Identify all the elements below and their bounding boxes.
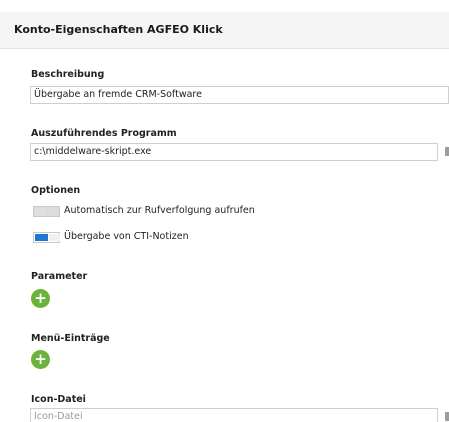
file-browse-handle[interactable] bbox=[445, 147, 449, 156]
toggle-knob bbox=[49, 234, 60, 241]
icon-datei-label: Icon-Datei bbox=[31, 394, 86, 405]
rufverfolgung-label: Automatisch zur Rufverfolgung aufrufen bbox=[64, 205, 255, 216]
icon-datei-input[interactable]: Icon-Datei bbox=[30, 408, 438, 422]
programm-input[interactable]: c:\middelware-skript.exe bbox=[30, 143, 438, 161]
add-menu-entry-button[interactable]: + bbox=[31, 350, 50, 369]
plus-icon: + bbox=[34, 289, 47, 307]
beschreibung-label: Beschreibung bbox=[31, 69, 105, 80]
parameter-label: Parameter bbox=[31, 271, 88, 282]
add-parameter-button[interactable]: + bbox=[31, 289, 50, 308]
menu-eintraege-label: Menü-Einträge bbox=[31, 333, 110, 344]
panel-title: Konto-Eigenschaften AGFEO Klick bbox=[14, 23, 223, 36]
toggle-fill bbox=[35, 234, 48, 241]
beschreibung-input[interactable]: Übergabe an fremde CRM-Software bbox=[30, 86, 449, 104]
rufverfolgung-toggle[interactable] bbox=[33, 206, 60, 217]
cti-notizen-toggle[interactable] bbox=[33, 232, 60, 243]
cti-notizen-label: Übergabe von CTI-Notizen bbox=[64, 231, 189, 242]
account-properties-panel: Konto-Eigenschaften AGFEO Klick Beschrei… bbox=[0, 0, 449, 422]
panel-header: Konto-Eigenschaften AGFEO Klick bbox=[0, 12, 449, 49]
programm-label: Auszuführendes Programm bbox=[31, 128, 177, 139]
optionen-label: Optionen bbox=[31, 185, 81, 196]
icon-browse-handle[interactable] bbox=[445, 412, 449, 421]
toggle-knob bbox=[35, 208, 46, 215]
plus-icon: + bbox=[34, 350, 47, 368]
